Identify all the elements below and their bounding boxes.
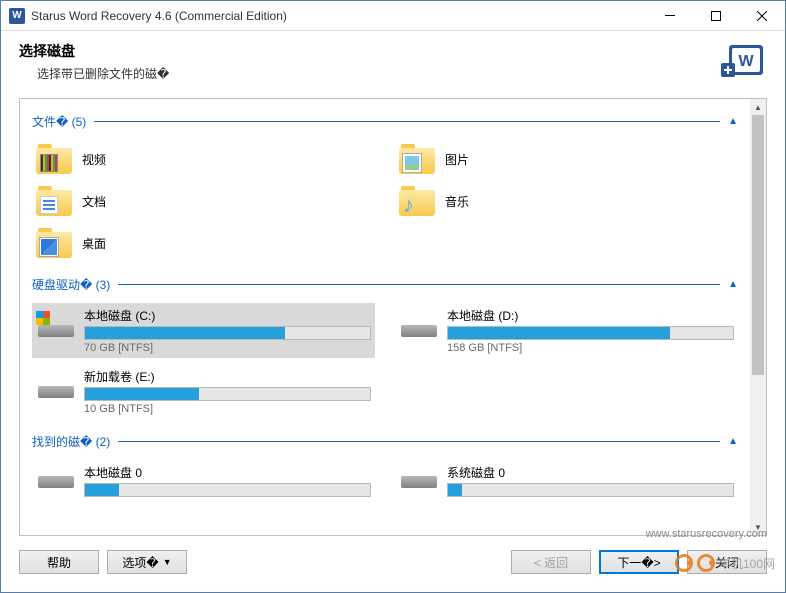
section-label: 找到的磁� (2) xyxy=(32,433,110,450)
drive-info: 系统磁盘 0 xyxy=(447,464,734,499)
folder-label: 图片 xyxy=(445,151,469,168)
drive-usage-bar xyxy=(84,483,371,497)
folder-item[interactable]: 文档 xyxy=(32,182,375,220)
next-button[interactable]: 下一�> xyxy=(599,550,679,574)
svg-text:W: W xyxy=(738,53,754,70)
section-divider xyxy=(118,441,720,442)
drive-info: 本地磁盘 (C:) 70 GB [NTFS] xyxy=(84,307,371,354)
folder-item[interactable]: 桌面 xyxy=(32,224,375,262)
folder-label: 音乐 xyxy=(445,193,469,210)
drive-item[interactable]: 新加载卷 (E:) 10 GB [NTFS] xyxy=(32,364,375,419)
section-divider xyxy=(118,284,720,285)
folder-icon xyxy=(36,228,72,258)
minimize-icon xyxy=(665,15,675,16)
options-label: 选项� xyxy=(122,554,158,571)
maximize-icon xyxy=(711,11,721,21)
found-grid: 本地磁盘 0 系统磁盘 0 xyxy=(32,460,738,503)
drive-size: 10 GB [NTFS] xyxy=(84,403,371,415)
drive-usage-bar xyxy=(447,326,734,340)
content-panel: 文件� (5) ▲ 视频 图片文档 ♪ 音乐桌面 硬盘驱动� (3) ▲ 本地磁盘 (… xyxy=(19,98,767,536)
minimize-button[interactable] xyxy=(647,1,693,31)
page-subtitle: 选择带已删除文件的磁� xyxy=(19,65,719,82)
window-title: Starus Word Recovery 4.6 (Commercial Edi… xyxy=(31,9,647,23)
drive-name: 新加载卷 (E:) xyxy=(84,368,371,385)
drive-usage-bar xyxy=(84,387,371,401)
section-header-found: 找到的磁� (2) ▲ xyxy=(32,433,738,450)
window-controls xyxy=(647,1,785,31)
drive-icon xyxy=(36,467,76,497)
options-button[interactable]: 选项� ▼ xyxy=(107,550,187,574)
folder-icon xyxy=(36,144,72,174)
drive-item[interactable]: 本地磁盘 (D:) 158 GB [NTFS] xyxy=(395,303,738,358)
folder-icon: ♪ xyxy=(399,186,435,216)
drive-name: 本地磁盘 0 xyxy=(84,464,371,481)
section-header-files: 文件� (5) ▲ xyxy=(32,113,738,130)
drive-usage-bar xyxy=(84,326,371,340)
found-disk-item[interactable]: 系统磁盘 0 xyxy=(395,460,738,503)
drive-item[interactable]: 本地磁盘 (C:) 70 GB [NTFS] xyxy=(32,303,375,358)
section-header-drives: 硬盘驱动� (3) ▲ xyxy=(32,276,738,293)
drive-info: 本地磁盘 (D:) 158 GB [NTFS] xyxy=(447,307,734,354)
collapse-icon[interactable]: ▲ xyxy=(728,116,738,127)
drive-name: 系统磁盘 0 xyxy=(447,464,734,481)
help-button[interactable]: 帮助 xyxy=(19,550,99,574)
drive-size: 70 GB [NTFS] xyxy=(84,342,371,354)
folder-item[interactable]: 视频 xyxy=(32,140,375,178)
scroll-up-icon[interactable]: ▲ xyxy=(750,99,766,115)
scroll-thumb[interactable] xyxy=(752,115,764,375)
folder-icon xyxy=(399,144,435,174)
section-divider xyxy=(94,121,720,122)
collapse-icon[interactable]: ▲ xyxy=(728,279,738,290)
drive-grid: 本地磁盘 (C:) 70 GB [NTFS] 本地磁盘 (D:) 158 GB [NT… xyxy=(32,303,738,419)
close-dialog-button[interactable]: 关闭 xyxy=(687,550,767,574)
app-icon: W xyxy=(9,8,25,24)
drive-icon xyxy=(399,316,439,346)
drive-usage-bar xyxy=(447,483,734,497)
footer: www.starusrecovery.com 帮助 选项� ▼ < 返回 下一�>… xyxy=(1,528,785,592)
drive-size: 158 GB [NTFS] xyxy=(447,342,734,354)
folder-item[interactable]: 图片 xyxy=(395,140,738,178)
close-icon xyxy=(757,11,767,21)
scroll-area: 文件� (5) ▲ 视频 图片文档 ♪ 音乐桌面 硬盘驱动� (3) ▲ 本地磁盘 (… xyxy=(20,99,750,535)
section-label: 文件� (5) xyxy=(32,113,86,130)
folder-label: 视频 xyxy=(82,151,106,168)
collapse-icon[interactable]: ▲ xyxy=(728,436,738,447)
drive-info: 新加载卷 (E:) 10 GB [NTFS] xyxy=(84,368,371,415)
scrollbar[interactable]: ▲ ▼ xyxy=(750,99,766,535)
wizard-header: 选择磁盘 选择带已删除文件的磁� W xyxy=(1,31,785,90)
drive-icon xyxy=(36,377,76,407)
drive-name: 本地磁盘 (C:) xyxy=(84,307,371,324)
page-title: 选择磁盘 xyxy=(19,41,719,61)
footer-url: www.starusrecovery.com xyxy=(19,528,767,540)
titlebar: W Starus Word Recovery 4.6 (Commercial E… xyxy=(1,1,785,31)
button-row: 帮助 选项� ▼ < 返回 下一�> 关闭 xyxy=(19,550,767,574)
close-button[interactable] xyxy=(739,1,785,31)
folder-label: 文档 xyxy=(82,193,106,210)
chevron-down-icon: ▼ xyxy=(163,557,172,567)
folder-label: 桌面 xyxy=(82,235,106,252)
drive-icon xyxy=(36,316,76,346)
found-disk-item[interactable]: 本地磁盘 0 xyxy=(32,460,375,503)
scroll-track[interactable] xyxy=(750,115,766,519)
product-logo: W xyxy=(719,41,767,81)
drive-name: 本地磁盘 (D:) xyxy=(447,307,734,324)
drive-icon xyxy=(399,467,439,497)
folder-grid: 视频 图片文档 ♪ 音乐桌面 xyxy=(32,140,738,262)
back-button: < 返回 xyxy=(511,550,591,574)
drive-info: 本地磁盘 0 xyxy=(84,464,371,499)
maximize-button[interactable] xyxy=(693,1,739,31)
folder-item[interactable]: ♪ 音乐 xyxy=(395,182,738,220)
section-label: 硬盘驱动� (3) xyxy=(32,276,110,293)
folder-icon xyxy=(36,186,72,216)
